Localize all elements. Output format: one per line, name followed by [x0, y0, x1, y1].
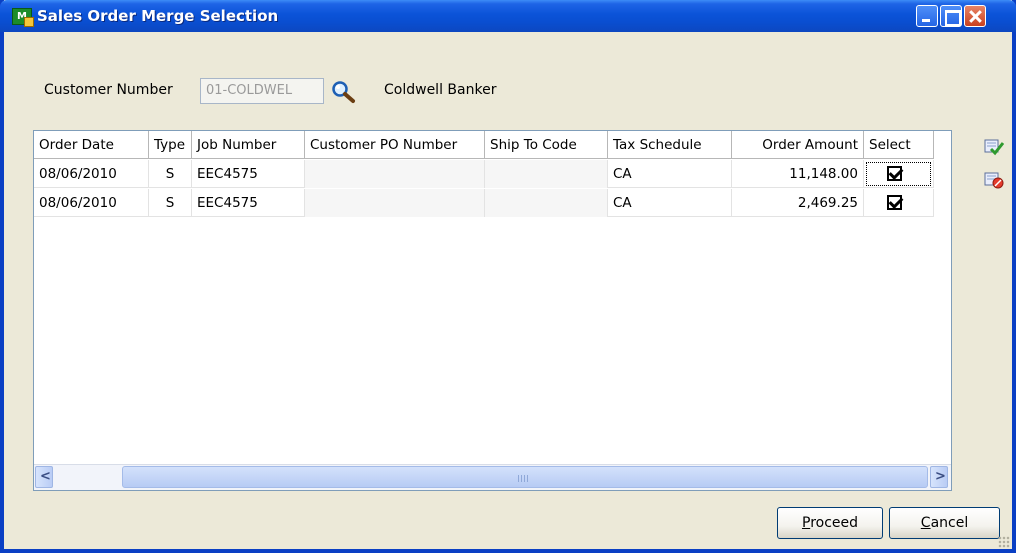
close-button[interactable]: [964, 5, 986, 27]
cancel-button[interactable]: Cancel: [889, 507, 1000, 539]
column-header-select[interactable]: Select: [864, 131, 934, 159]
customer-number-label: Customer Number: [44, 82, 173, 98]
grip-icon: [518, 475, 530, 482]
cell-type: S: [149, 189, 192, 217]
horizontal-scrollbar[interactable]: < >: [34, 464, 951, 490]
maximize-button[interactable]: [940, 5, 962, 27]
cell-ship-to-code: [485, 189, 608, 217]
proceed-button[interactable]: Proceed: [777, 507, 883, 539]
column-header-order-date[interactable]: Order Date: [34, 131, 149, 159]
cell-customer-po: [305, 160, 485, 188]
cell-order-amount: 2,469.25: [732, 189, 864, 217]
orders-grid: Order Date Type Job Number Customer PO N…: [33, 130, 952, 491]
window-title: Sales Order Merge Selection: [37, 7, 279, 25]
app-icon: M: [12, 8, 34, 27]
scrollbar-thumb[interactable]: [122, 466, 928, 488]
chevron-right-icon: >: [935, 469, 946, 484]
minimize-button[interactable]: [916, 5, 938, 27]
cell-select[interactable]: [864, 189, 934, 217]
cell-customer-po: [305, 189, 485, 217]
column-header-customer-po[interactable]: Customer PO Number: [305, 131, 485, 159]
table-row[interactable]: 08/06/2010 S EEC4575 CA 11,148.00: [34, 160, 934, 188]
clear-all-icon[interactable]: [984, 171, 1004, 189]
cell-order-amount: 11,148.00: [732, 160, 864, 188]
column-header-tax-schedule[interactable]: Tax Schedule: [608, 131, 732, 159]
cell-type: S: [149, 160, 192, 188]
column-header-type[interactable]: Type: [149, 131, 192, 159]
title-bar[interactable]: M Sales Order Merge Selection: [0, 0, 1016, 32]
select-all-icon[interactable]: [984, 138, 1005, 156]
column-header-order-amount[interactable]: Order Amount: [732, 131, 864, 159]
cell-job-number: EEC4575: [192, 160, 305, 188]
column-header-ship-to-code[interactable]: Ship To Code: [485, 131, 608, 159]
grid-header: Order Date Type Job Number Customer PO N…: [34, 131, 934, 159]
select-checkbox[interactable]: [887, 166, 902, 181]
scroll-left-button[interactable]: <: [35, 466, 53, 488]
cell-job-number: EEC4575: [192, 189, 305, 217]
scroll-right-button[interactable]: >: [930, 466, 948, 488]
select-checkbox[interactable]: [887, 195, 902, 210]
resize-grip[interactable]: [998, 536, 1010, 548]
cell-ship-to-code: [485, 160, 608, 188]
customer-name: Coldwell Banker: [384, 82, 497, 98]
cell-tax-schedule: CA: [608, 189, 732, 217]
customer-number-field[interactable]: 01-COLDWEL: [200, 78, 324, 104]
column-header-job-number[interactable]: Job Number: [192, 131, 305, 159]
cell-select[interactable]: [864, 160, 934, 188]
table-row[interactable]: 08/06/2010 S EEC4575 CA 2,469.25: [34, 189, 934, 217]
chevron-left-icon: <: [40, 469, 51, 484]
cell-tax-schedule: CA: [608, 160, 732, 188]
cell-order-date: 08/06/2010: [34, 189, 149, 217]
magnifier-icon[interactable]: [330, 80, 358, 104]
cell-order-date: 08/06/2010: [34, 160, 149, 188]
